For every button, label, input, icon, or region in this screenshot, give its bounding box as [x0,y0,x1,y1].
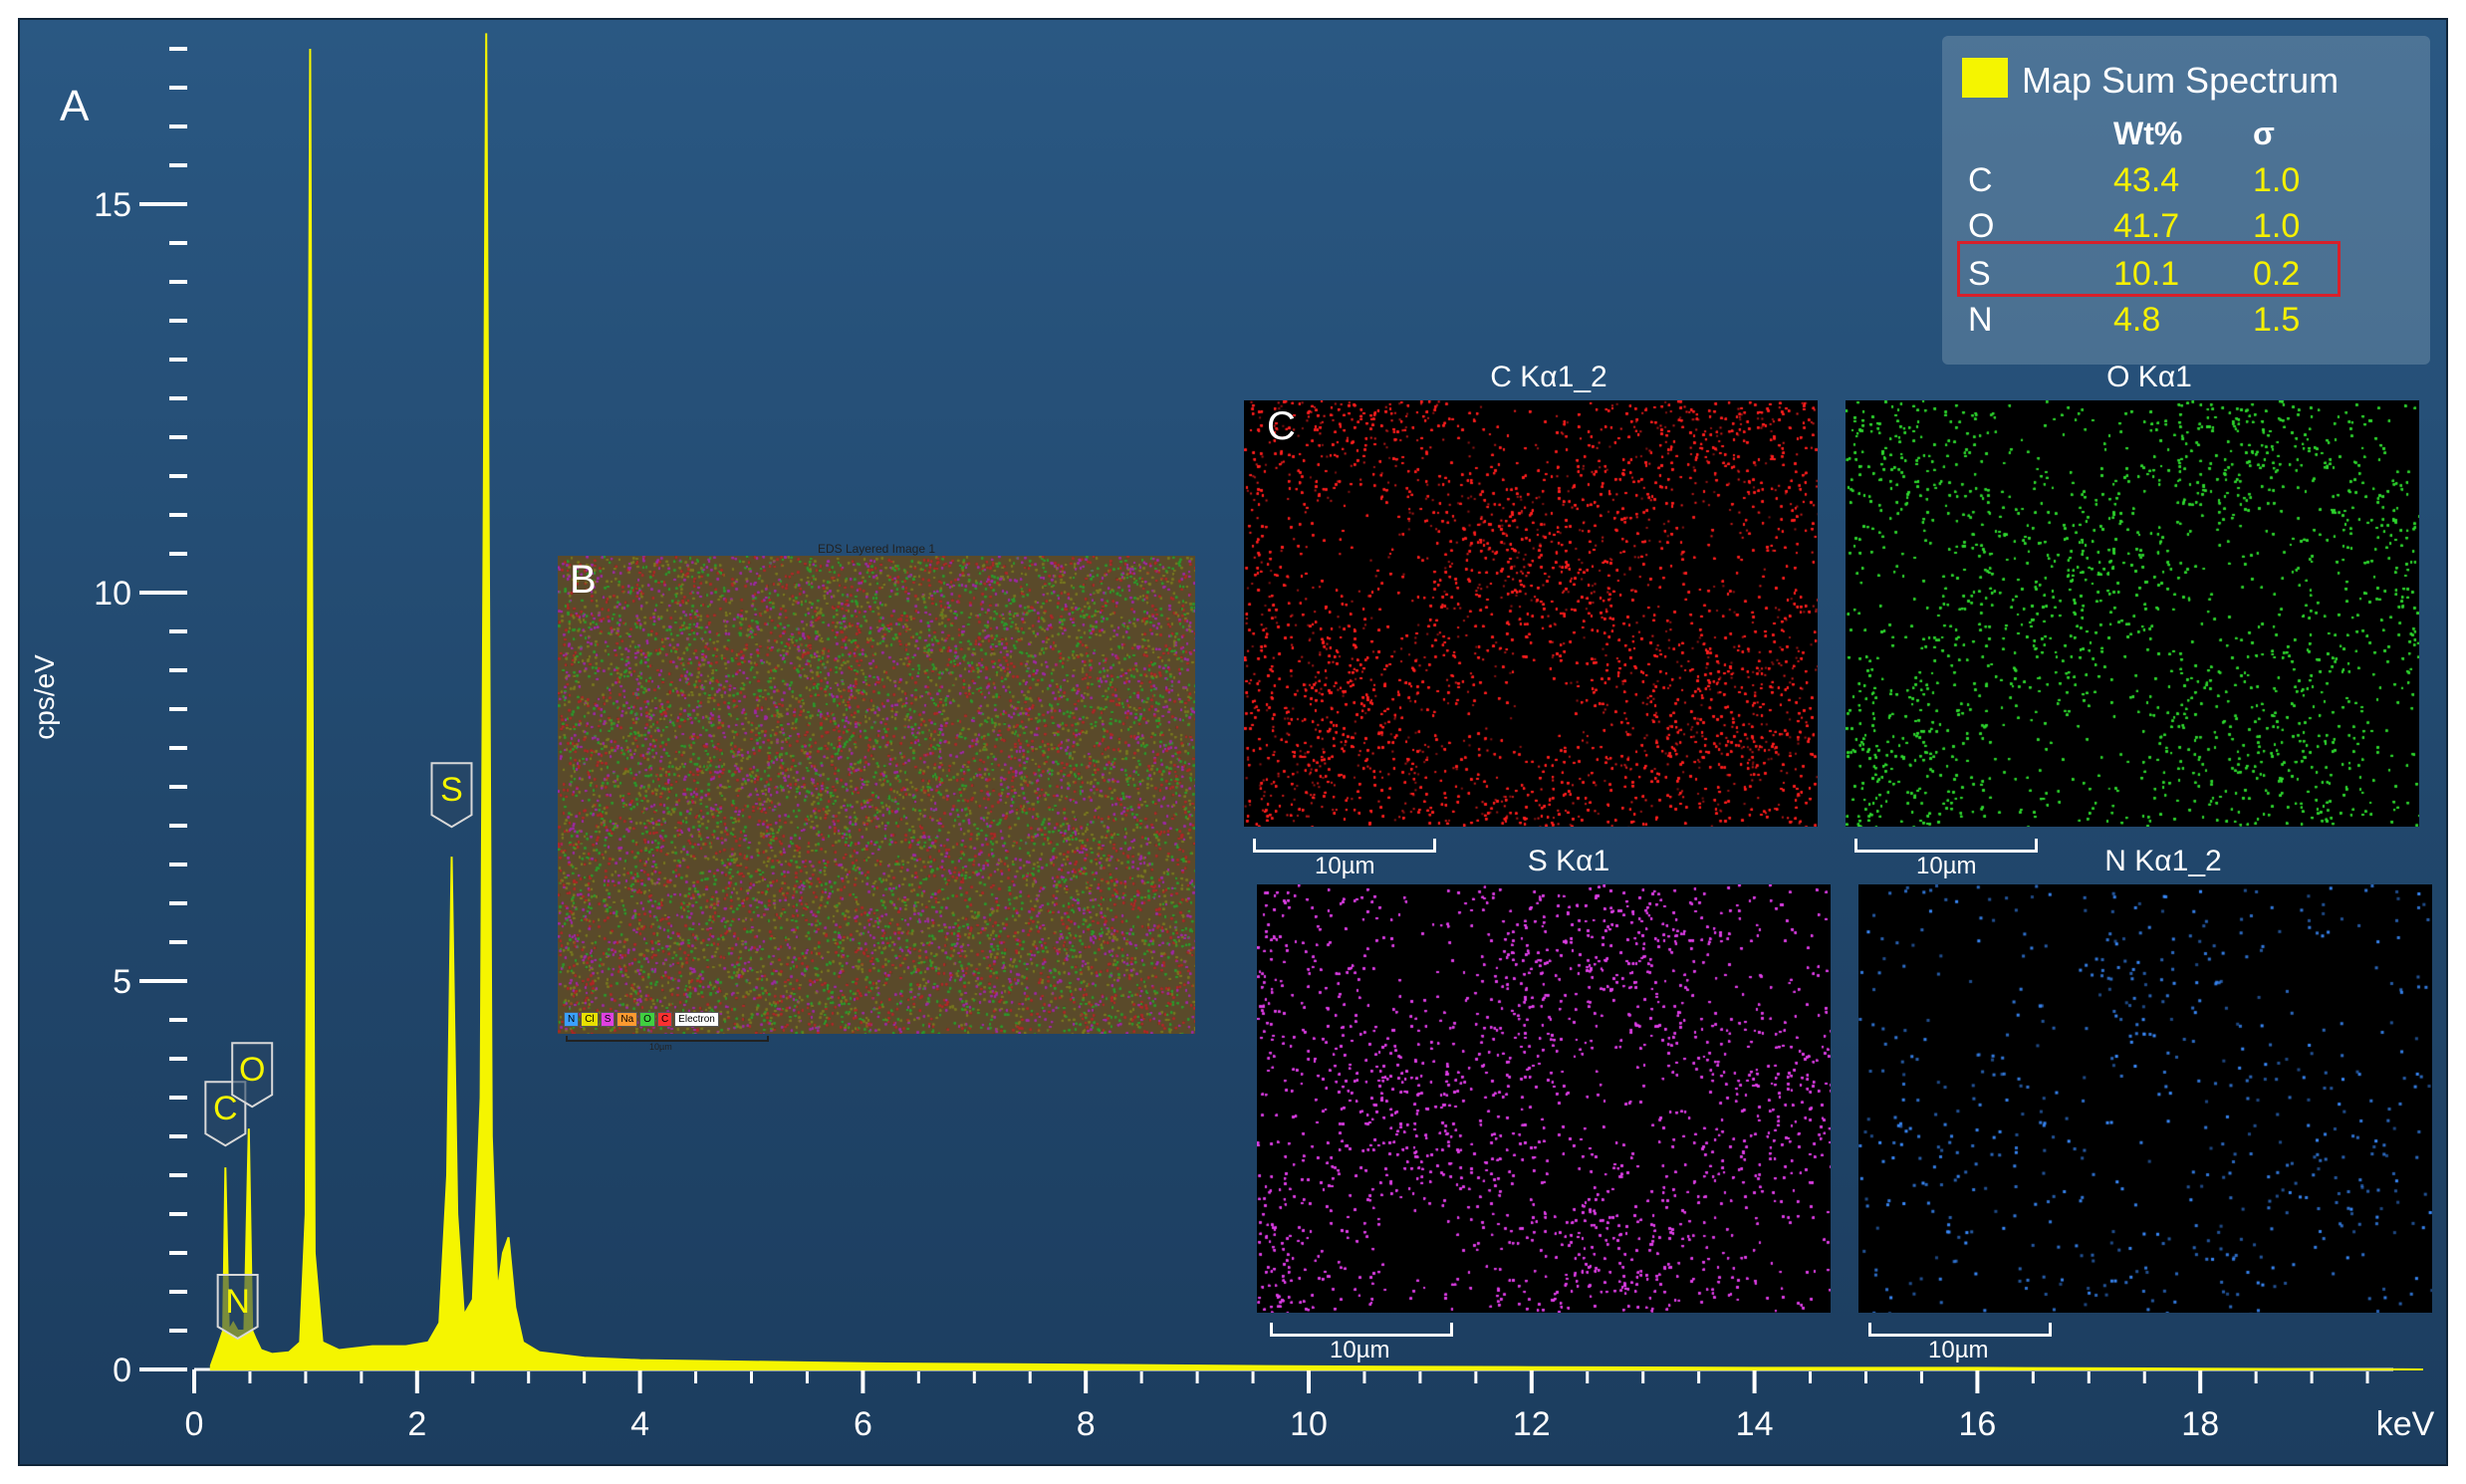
x-tick-label: 10 [1290,1405,1328,1443]
layered-legend: N Cl S Na O C Electron [564,1012,719,1027]
oxygen-map [1846,400,2419,827]
table-row-wt: 4.8 [2113,301,2161,339]
peak-label-text: O [239,1051,265,1089]
table-row-element: C [1968,161,1993,199]
layered-scale-label: 10µm [649,1042,672,1052]
scale-bar-n [1868,1323,2052,1337]
y-tick-label: 15 [94,186,131,224]
peak-label-n: N [216,1274,259,1341]
column-header-wt: Wt% [2113,116,2183,151]
y-tick-label: 10 [94,575,131,613]
layered-legend-item: S [600,1012,616,1027]
nitrogen-map [1858,884,2432,1313]
table-row-wt: 43.4 [2113,161,2180,199]
x-tick-label: 6 [854,1405,872,1443]
x-tick-label: 14 [1736,1405,1774,1443]
peak-label-s: S [430,762,473,829]
layered-legend-item: Na [616,1012,638,1027]
sulfur-row-highlight [1957,241,2341,297]
panel-label-c: C [1267,404,1296,448]
spectrum-legend-table: Map Sum Spectrum Wt% σ C 43.4 1.0 O 41.7… [1942,36,2430,365]
scale-label-s: 10µm [1330,1337,1390,1363]
table-row-element: N [1968,301,1993,339]
x-tick-label: 8 [1077,1405,1096,1443]
map-title-n: N Kα1_2 [2104,845,2222,877]
panel-label-b: B [570,558,597,602]
map-title-s: S Kα1 [1527,845,1610,877]
layered-legend-item: O [639,1012,655,1027]
column-header-sigma: σ [2253,116,2275,151]
x-tick-label: 12 [1513,1405,1551,1443]
y-tick-label: 0 [113,1352,131,1389]
x-tick-label: 2 [407,1405,426,1443]
spectrum-swatch [1962,58,2008,98]
layered-legend-item: Electron [674,1012,719,1027]
scale-label-c: 10µm [1315,853,1375,879]
y-tick-label: 5 [113,963,131,1001]
scale-label-n: 10µm [1928,1337,1989,1363]
x-axis-label: keV [2376,1405,2435,1443]
panel-label-a: A [60,82,90,130]
layered-legend-item: C [656,1012,673,1027]
layered-legend-item: N [564,1012,580,1027]
layered-image-title: EDS Layered Image 1 [817,542,936,556]
peak-label-text: S [440,771,463,809]
carbon-map [1244,400,1818,827]
layered-legend-item: Cl [581,1012,599,1027]
x-tick-label: 18 [2181,1405,2219,1443]
y-axis-label: cps/eV [29,654,60,740]
scale-label-o: 10µm [1916,853,1977,879]
x-tick-label: 0 [185,1405,204,1443]
legend-title: Map Sum Spectrum [2022,60,2340,101]
x-tick-label: 16 [1958,1405,1996,1443]
table-row-sigma: 1.5 [2253,301,2301,339]
peak-label-text: N [225,1283,250,1321]
peak-label-o: O [231,1042,274,1109]
table-row-sigma: 1.0 [2253,161,2301,199]
sulfur-map [1257,884,1831,1313]
map-title-o: O Kα1 [2106,361,2192,393]
scale-bar-s [1270,1323,1453,1337]
map-title-c: C Kα1_2 [1490,361,1607,393]
layered-eds-image [558,556,1195,1034]
eds-figure: 0 2 4 6 8 10 12 14 16 18 keV 0 5 10 15 cps/eV C N O S A EDS… [18,18,2448,1466]
x-tick-label: 4 [630,1405,649,1443]
